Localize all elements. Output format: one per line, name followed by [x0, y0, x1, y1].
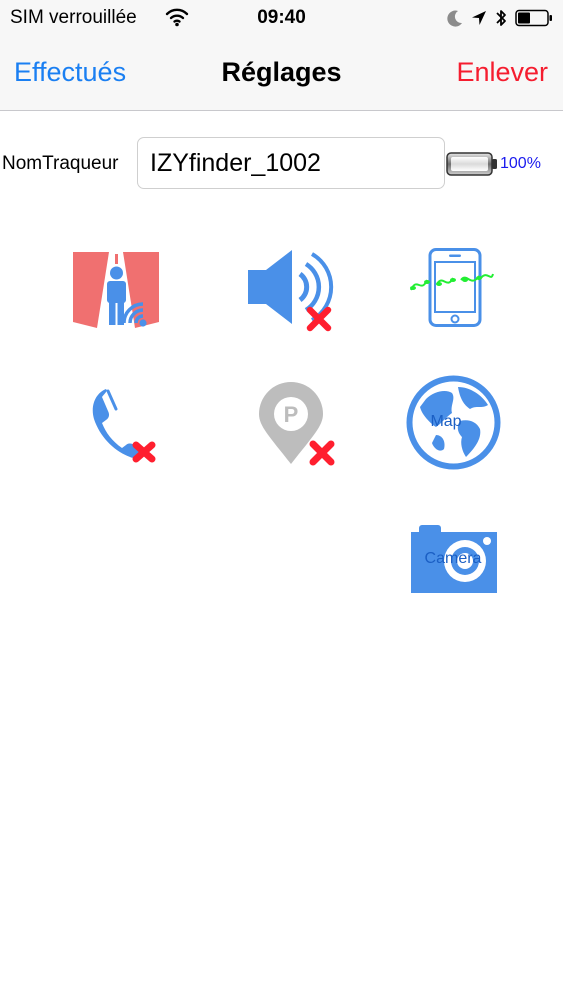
bluetooth-icon: [496, 10, 506, 26]
tracker-battery-icon: [446, 152, 497, 176]
moon-icon: [447, 10, 462, 27]
tracker-battery-percent: 100%: [500, 155, 541, 172]
map-label: Map: [430, 413, 462, 430]
status-indicators: [447, 7, 553, 29]
call-disabled-icon[interactable]: [88, 383, 160, 465]
map-button[interactable]: Map: [406, 375, 501, 470]
tracker-name-input[interactable]: [137, 137, 445, 189]
tracker-name-label: NomTraqueur: [2, 153, 119, 174]
navigation-bar: Effectués Réglages Enlever: [0, 36, 563, 111]
wifi-icon: [165, 8, 189, 27]
location-arrow-icon: [472, 11, 486, 25]
carrier-label: SIM verrouillée: [10, 7, 137, 28]
svg-text:P: P: [284, 402, 299, 427]
remove-button[interactable]: Enlever: [456, 57, 548, 88]
camera-button[interactable]: Camera: [411, 525, 497, 593]
perimeter-alarm-icon[interactable]: [73, 252, 161, 328]
status-bar: SIM verrouillée 09:40: [0, 0, 563, 36]
done-button[interactable]: Effectués: [14, 57, 126, 88]
parking-disabled-icon[interactable]: P: [255, 380, 337, 468]
camera-label: Camera: [424, 550, 482, 567]
phone-ringtone-icon[interactable]: [409, 248, 495, 328]
battery-icon: [515, 9, 552, 27]
sound-muted-icon[interactable]: [246, 250, 336, 334]
